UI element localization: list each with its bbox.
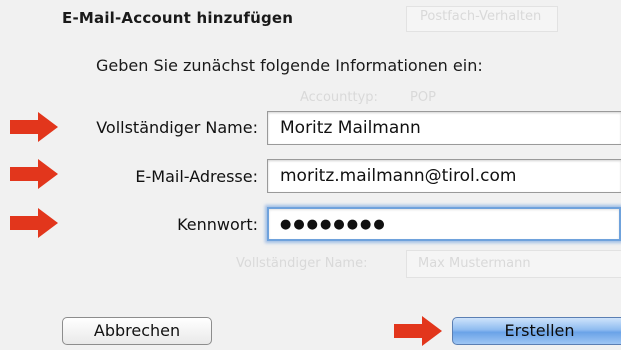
create-button[interactable]: Erstellen: [452, 317, 621, 345]
password-field[interactable]: ●●●●●●●●: [267, 207, 621, 241]
password-label: Kennwort:: [177, 215, 258, 234]
arrow-icon: [10, 208, 58, 238]
cancel-button[interactable]: Abbrechen: [62, 317, 212, 345]
background-tab-label: Postfach-Verhalten: [420, 9, 542, 24]
full-name-field[interactable]: Moritz Mailmann: [267, 111, 621, 145]
email-field[interactable]: moritz.mailmann@tirol.com: [267, 159, 621, 193]
arrow-icon: [394, 316, 442, 346]
email-label: E-Mail-Adresse:: [135, 167, 258, 186]
arrow-icon: [10, 159, 58, 189]
background-row1-value: POP: [410, 90, 436, 105]
background-row1-label: Accounttyp:: [300, 90, 378, 105]
dialog-intro: Geben Sie zunächst folgende Informatione…: [96, 56, 483, 75]
arrow-icon: [10, 112, 58, 142]
password-mask: ●●●●●●●●: [280, 217, 387, 232]
background-row2-label: Vollständiger Name:: [236, 256, 368, 271]
background-row2-value: Max Mustermann: [418, 256, 531, 271]
dialog-title: E-Mail-Account hinzufügen: [62, 9, 294, 27]
full-name-label: Vollständiger Name:: [96, 118, 258, 137]
